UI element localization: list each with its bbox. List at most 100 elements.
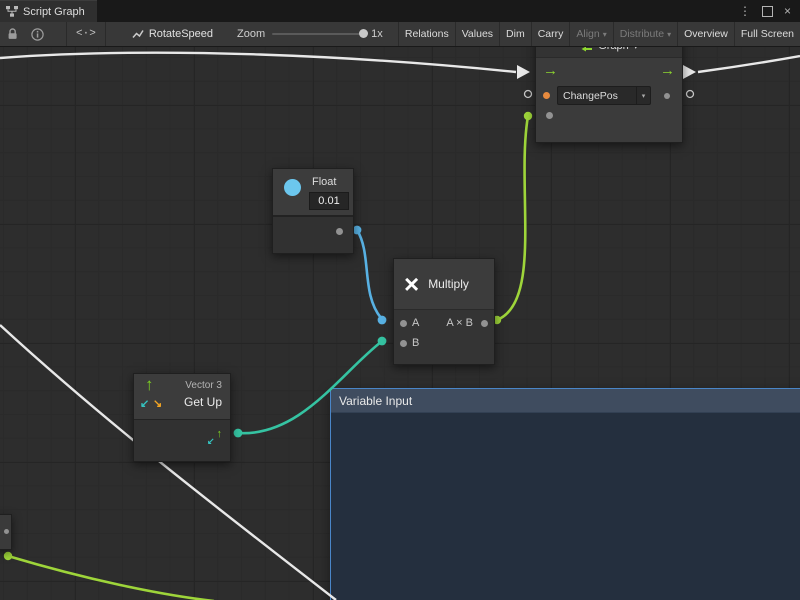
window-menu-icon[interactable]: ⋮: [739, 5, 751, 17]
lock-button[interactable]: [0, 22, 25, 46]
overview-button[interactable]: Overview: [677, 22, 734, 46]
zoom-slider[interactable]: [272, 33, 364, 35]
port-a-label: A: [412, 317, 419, 329]
float-title: Float: [312, 176, 336, 188]
full-screen-button[interactable]: Full Screen: [734, 22, 800, 46]
multiply-icon: ×: [404, 271, 419, 297]
variable-port-orange[interactable]: [543, 92, 550, 99]
variable-row: ChangePos ▾: [536, 84, 682, 106]
input-port-b[interactable]: [400, 340, 407, 347]
graph-asset-breadcrumb[interactable]: RotateSpeed: [132, 22, 213, 46]
multiply-row-b: B: [394, 334, 494, 354]
node-float[interactable]: Float 0.01: [272, 168, 354, 254]
control-in-arrow-icon[interactable]: →: [543, 61, 558, 81]
control-arrow-in-icon[interactable]: [517, 65, 530, 79]
code-icon: <·>: [76, 28, 96, 40]
variable-dropdown-value: ChangePos: [558, 90, 636, 102]
wire-green-multiply-to-changepos[interactable]: [497, 116, 528, 320]
graph-unit-header[interactable]: Graph ▾: [536, 46, 682, 58]
values-button[interactable]: Values: [455, 22, 499, 46]
node-vector3-get-up[interactable]: ↑ ↙ ↘ Vector 3 Get Up ↑ ↙: [133, 373, 231, 462]
tab-script-graph[interactable]: Script Graph: [0, 0, 97, 22]
dropdown-arrow-icon: ▾: [667, 30, 671, 39]
script-graph-asset-icon: [132, 28, 144, 40]
graph-hierarchy-icon: [6, 6, 18, 17]
toolbar-buttons: Relations Values Dim Carry Align▾ Distri…: [398, 22, 800, 46]
wire-end-dot[interactable]: [378, 316, 387, 325]
multiply-header: × Multiply: [394, 259, 494, 310]
distribute-button[interactable]: Distribute▾: [613, 22, 677, 46]
graph-canvas[interactable]: Variable Input: [0, 46, 800, 600]
multiply-row-a: A A × B: [394, 314, 494, 334]
node-graph-unit[interactable]: Graph ▾ → → ChangePos ▾: [535, 46, 683, 143]
align-button[interactable]: Align▾: [569, 22, 612, 46]
float-output-port[interactable]: [336, 228, 343, 235]
vector3-output-port[interactable]: ↑ ↙: [208, 430, 223, 446]
tab-label: Script Graph: [23, 6, 85, 18]
partial-node-port[interactable]: [4, 529, 9, 534]
wire-end-dot[interactable]: [378, 337, 387, 346]
value-input-port[interactable]: [546, 112, 553, 119]
zoom-control: Zoom 1x: [237, 22, 383, 46]
result-label: A × B: [446, 317, 473, 329]
info-icon: [31, 28, 44, 41]
wire-end-dot[interactable]: [234, 429, 243, 438]
close-icon[interactable]: ×: [784, 5, 791, 17]
wire-blue-float-to-multiply-a[interactable]: [357, 230, 381, 318]
variable-dropdown[interactable]: ChangePos ▾: [557, 86, 651, 105]
zoom-value: 1x: [371, 28, 383, 40]
port-b-label: B: [412, 337, 419, 349]
graph-toolbar: <·> RotateSpeed Zoom 1x Relations Values…: [0, 22, 800, 47]
wire-control-flow-out[interactable]: [698, 56, 800, 72]
float-type-icon: [284, 179, 301, 196]
zoom-label: Zoom: [237, 28, 265, 40]
wire-control-flow-diagonal[interactable]: [0, 325, 336, 600]
dim-button[interactable]: Dim: [499, 22, 531, 46]
multiply-title: Multiply: [428, 277, 469, 291]
zoom-slider-knob[interactable]: [359, 29, 368, 38]
vector3-header: ↑ ↙ ↘ Vector 3 Get Up: [134, 374, 230, 420]
value-port[interactable]: [664, 93, 670, 99]
mini-up-arrow-icon: ↑: [217, 428, 223, 440]
dropdown-arrow-icon: ▾: [636, 87, 650, 104]
dropdown-arrow-icon: ▾: [603, 30, 607, 39]
input-port-a[interactable]: [400, 320, 407, 327]
node-multiply[interactable]: × Multiply A A × B B: [393, 258, 495, 365]
group-title: Variable Input: [339, 394, 412, 408]
input-port-row: [536, 106, 682, 130]
mini-downleft-arrow-icon: ↙: [207, 436, 215, 447]
vector3-downleft-arrow-icon: ↙: [140, 397, 149, 410]
float-value-input[interactable]: 0.01: [309, 192, 349, 210]
control-out-arrow-icon[interactable]: →: [660, 61, 675, 81]
script-graph-window: Script Graph ⋮ × <·>: [0, 0, 800, 600]
wire-end-dot[interactable]: [4, 552, 12, 560]
window-controls: ⋮ ×: [739, 0, 800, 22]
info-button[interactable]: [25, 22, 50, 46]
control-arrow-out-icon[interactable]: [683, 65, 696, 79]
lock-icon: [7, 28, 18, 40]
vector3-up-arrow-icon: ↑: [145, 375, 154, 395]
maximize-icon[interactable]: [762, 6, 773, 17]
relations-button[interactable]: Relations: [398, 22, 455, 46]
group-variable-input[interactable]: Variable Input: [330, 388, 800, 600]
graph-asset-name: RotateSpeed: [149, 28, 213, 40]
port-circle-right[interactable]: [687, 91, 694, 98]
control-port-row: → →: [536, 58, 682, 84]
node-partial-left[interactable]: [0, 514, 12, 550]
vector3-type-label: Vector 3: [185, 380, 222, 391]
window-titlebar: Script Graph ⋮ ×: [0, 0, 800, 22]
code-view-button[interactable]: <·>: [66, 22, 106, 46]
vector3-body: ↑ ↙: [134, 420, 230, 461]
multiply-body: A A × B B: [394, 310, 494, 364]
carry-button[interactable]: Carry: [531, 22, 570, 46]
output-port-result[interactable]: [481, 320, 488, 327]
wire-end-dot[interactable]: [524, 112, 532, 120]
vector3-downright-arrow-icon: ↘: [153, 397, 162, 410]
port-circle-left[interactable]: [525, 91, 532, 98]
wire-control-flow-in[interactable]: [0, 53, 516, 72]
group-header[interactable]: Variable Input: [331, 389, 800, 413]
float-body: [273, 217, 353, 253]
vector3-title: Get Up: [184, 395, 222, 409]
float-header: Float 0.01: [273, 169, 353, 217]
wire-green-bottom-left[interactable]: [8, 556, 214, 600]
